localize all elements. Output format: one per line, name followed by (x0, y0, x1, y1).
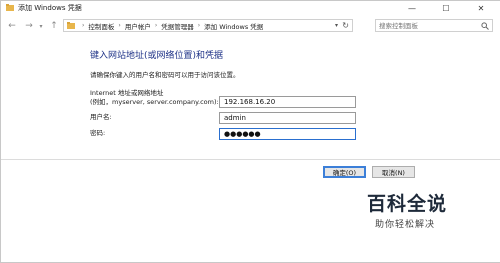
watermark-logo: 百科全说 (367, 193, 448, 215)
breadcrumb-add-credential[interactable]: 添加 Windows 凭据 (204, 21, 263, 31)
arrow-left-icon: ← (8, 21, 16, 31)
refresh-icon[interactable]: ↻ (342, 20, 349, 31)
minimize-button[interactable]: — (398, 1, 426, 15)
address-label: Internet 地址或网络地址 (90, 89, 164, 97)
breadcrumb-separator: › (82, 22, 85, 29)
address-bar[interactable]: › 控制面板 › 用户帐户 › 凭据管理器 › 添加 Windows 凭据 ▾ … (63, 19, 353, 32)
cancel-button[interactable]: 取消(N) (372, 166, 415, 178)
page-title: 键入网站地址(或网络位置)和凭据 (90, 51, 224, 61)
breadcrumb-separator: › (118, 22, 121, 29)
username-label: 用户名: (90, 113, 112, 121)
password-field[interactable] (219, 128, 356, 140)
recent-locations-button[interactable]: ▾ (37, 20, 45, 32)
ok-button[interactable]: 确定(O) (323, 166, 366, 178)
maximize-button[interactable]: ☐ (432, 1, 460, 15)
navigation-bar: ← → ▾ ↑ › 控制面板 › 用户帐户 › 凭据管理器 › 添加 Windo… (1, 15, 500, 37)
back-button[interactable]: ← (6, 20, 18, 32)
search-box[interactable] (375, 19, 493, 32)
breadcrumb-control-panel[interactable]: 控制面板 (88, 21, 114, 31)
folder-icon (6, 4, 14, 11)
close-button[interactable]: ✕ (467, 1, 495, 15)
instruction-text: 请确保你键入的用户名和密码可以用于访问该位置。 (90, 71, 240, 79)
control-panel-icon (67, 22, 75, 29)
arrow-up-icon: ↑ (50, 21, 58, 31)
chevron-down-icon: ▾ (39, 22, 43, 30)
breadcrumb-separator: › (154, 22, 158, 29)
address-history-dropdown-icon[interactable]: ▾ (335, 20, 338, 31)
breadcrumb-separator: › (197, 22, 201, 29)
breadcrumb: › 控制面板 › 用户帐户 › 凭据管理器 › 添加 Windows 凭据 (78, 20, 263, 31)
breadcrumb-user-accounts[interactable]: 用户帐户 (125, 21, 151, 31)
password-label: 密码: (90, 129, 106, 137)
forward-button[interactable]: → (23, 20, 35, 32)
breadcrumb-credential-manager[interactable]: 凭据管理器 (161, 21, 194, 31)
title-bar: 添加 Windows 凭据 — ☐ ✕ (1, 1, 500, 15)
credential-window: 添加 Windows 凭据 — ☐ ✕ ← → ▾ ↑ › 控制面板 › 用户帐… (0, 0, 500, 263)
search-input[interactable] (379, 20, 475, 31)
window-title: 添加 Windows 凭据 (18, 4, 82, 12)
internet-address-field[interactable] (219, 96, 356, 108)
footer-divider (1, 159, 500, 160)
search-icon (481, 22, 489, 30)
username-field[interactable] (219, 112, 356, 124)
watermark-slogan: 助你轻松解决 (375, 220, 436, 230)
up-button[interactable]: ↑ (49, 20, 59, 32)
arrow-right-icon: → (25, 21, 33, 31)
address-example-label: (例如，myserver, server.company.com): (90, 98, 219, 106)
